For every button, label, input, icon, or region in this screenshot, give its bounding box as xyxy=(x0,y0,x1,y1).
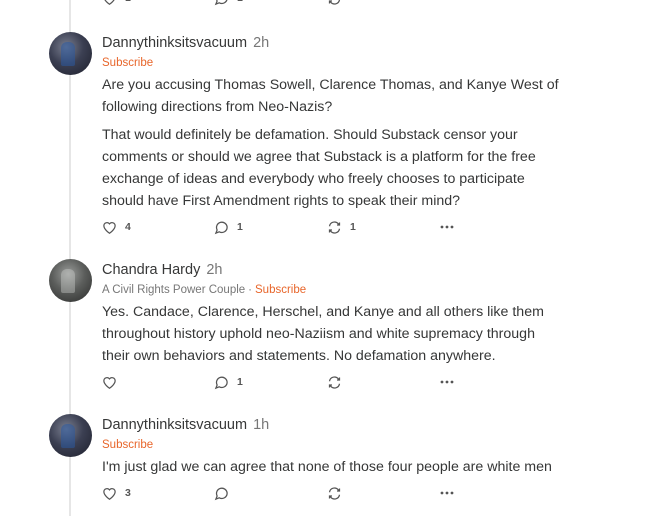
more-button[interactable] xyxy=(440,485,454,506)
restack-arrows-icon xyxy=(328,486,341,500)
speech-bubble-icon xyxy=(214,487,228,500)
comment-paragraph: Yes. Candace, Clarence, Herschel, and Ka… xyxy=(102,304,544,364)
restack-arrows-icon xyxy=(328,220,341,234)
speech-bubble-icon xyxy=(214,221,228,234)
reply-button[interactable]: 1 xyxy=(214,374,243,390)
restack-button[interactable] xyxy=(327,0,342,6)
more-button[interactable] xyxy=(440,374,454,395)
ellipsis-icon xyxy=(440,0,454,6)
reply-button[interactable]: 1 xyxy=(214,0,243,6)
subscribe-link[interactable]: Subscribe xyxy=(102,57,153,69)
restack-button[interactable] xyxy=(327,485,342,501)
like-button[interactable]: 3 xyxy=(102,485,131,501)
comment-actions: 4 1 1 xyxy=(102,219,462,235)
like-button[interactable]: 4 xyxy=(102,219,131,235)
more-button[interactable] xyxy=(440,219,454,240)
more-button[interactable] xyxy=(440,0,454,11)
ellipsis-icon xyxy=(440,491,454,495)
author-name[interactable]: Chandra Hardy xyxy=(102,262,200,278)
avatar[interactable] xyxy=(49,259,92,302)
restack-arrows-icon xyxy=(328,0,340,5)
separator: · xyxy=(248,284,253,296)
speech-bubble-icon xyxy=(214,376,228,389)
comment-time[interactable]: 2h xyxy=(253,35,269,51)
like-count: 3 xyxy=(125,487,131,499)
previous-comment-actions: 1 1 xyxy=(0,0,655,6)
reply-button[interactable] xyxy=(214,485,229,501)
comment-body: Are you accusing Thomas Sowell, Clarence… xyxy=(102,74,562,212)
subscribe-link[interactable]: Subscribe xyxy=(255,284,306,296)
ellipsis-icon xyxy=(440,225,454,229)
heart-icon xyxy=(103,222,116,234)
comment-time[interactable]: 2h xyxy=(206,262,222,278)
like-count: 1 xyxy=(125,0,131,4)
comment-paragraph: Are you accusing Thomas Sowell, Clarence… xyxy=(102,77,559,115)
comment-paragraph: That would definitely be defamation. Sho… xyxy=(102,127,536,209)
comment-actions: 3 xyxy=(102,485,462,501)
comment-body: I'm just glad we can agree that none of … xyxy=(102,456,562,478)
restack-arrows-icon xyxy=(328,375,341,389)
author-name[interactable]: Dannythinksitsvacuum xyxy=(102,35,247,51)
reply-count: 1 xyxy=(237,221,243,233)
reply-button[interactable]: 1 xyxy=(214,219,243,235)
publication-name[interactable]: A Civil Rights Power Couple xyxy=(102,284,245,296)
like-count: 4 xyxy=(125,221,131,233)
comment-body: Yes. Candace, Clarence, Herschel, and Ka… xyxy=(102,301,562,367)
heart-icon xyxy=(103,488,116,500)
like-button[interactable]: 1 xyxy=(102,0,131,6)
author-name[interactable]: Dannythinksitsvacuum xyxy=(102,417,247,433)
avatar[interactable] xyxy=(49,32,92,75)
subscribe-link[interactable]: Subscribe xyxy=(102,439,153,451)
comment-time[interactable]: 1h xyxy=(253,417,269,433)
restack-button[interactable] xyxy=(327,374,342,390)
heart-icon xyxy=(103,377,116,389)
restack-count: 1 xyxy=(350,221,356,233)
comment-actions: 1 xyxy=(102,374,462,390)
restack-button[interactable]: 1 xyxy=(327,219,356,235)
ellipsis-icon xyxy=(440,380,454,384)
like-button[interactable] xyxy=(102,374,117,390)
speech-bubble-icon xyxy=(214,0,228,5)
heart-icon xyxy=(104,0,115,5)
comment-paragraph: I'm just glad we can agree that none of … xyxy=(102,459,552,475)
avatar[interactable] xyxy=(49,414,92,457)
reply-count: 1 xyxy=(237,0,243,4)
reply-count: 1 xyxy=(237,376,243,388)
